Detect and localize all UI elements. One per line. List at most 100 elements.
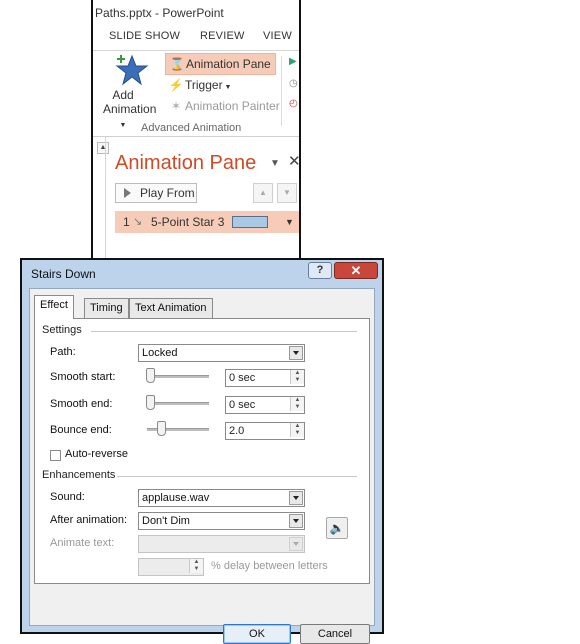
help-button[interactable]: ? — [308, 262, 332, 279]
spin-up-icon[interactable]: ▲ — [290, 370, 304, 377]
animation-painter-label: Animation Painter — [185, 99, 280, 113]
play-icon — [124, 188, 131, 198]
enhancements-heading: Enhancements — [42, 469, 116, 481]
tab-text-animation[interactable]: Text Animation — [129, 298, 213, 318]
spin-up-icon[interactable]: ▲ — [290, 423, 304, 430]
move-down-button[interactable]: ▼ — [277, 183, 297, 203]
tab-review[interactable]: REVIEW — [200, 30, 245, 42]
close-icon[interactable]: ✕ — [288, 152, 299, 170]
add-animation-icon[interactable] — [115, 52, 149, 89]
after-animation-value: Don't Dim — [142, 515, 190, 527]
animate-text-select — [138, 535, 305, 553]
bounce-end-slider-thumb[interactable] — [157, 421, 166, 436]
smooth-start-spinner[interactable]: 0 sec ▲ ▼ — [225, 369, 305, 387]
spin-down-icon[interactable]: ▼ — [290, 377, 304, 384]
chevron-down-icon: ▼ — [119, 122, 127, 129]
spin-up-icon: ▲ — [189, 559, 203, 566]
animation-painter-button[interactable]: ✶ Animation Painter — [165, 96, 280, 116]
smooth-start-slider-thumb[interactable] — [146, 368, 155, 383]
timeline-bar — [232, 216, 268, 228]
tab-timing[interactable]: Timing — [84, 298, 129, 318]
smooth-end-slider[interactable] — [147, 402, 209, 405]
ribbon-divider — [93, 50, 299, 51]
smooth-end-value: 0 sec — [229, 399, 256, 411]
chevron-down-icon — [289, 491, 303, 505]
settings-divider — [91, 331, 357, 332]
scroll-up-icon[interactable]: ▲ — [97, 142, 109, 154]
add-animation-label-1: Add — [112, 88, 134, 102]
ribbon-bottom-border — [93, 136, 299, 137]
play-from-label: Play From — [140, 186, 195, 200]
cancel-button[interactable]: Cancel — [300, 624, 370, 644]
animation-pane-button[interactable]: ⌛ Animation Pane — [165, 53, 276, 75]
path-select[interactable]: Locked — [138, 344, 305, 362]
clock-icon[interactable]: ◷ — [289, 78, 298, 89]
pane-title: Animation Pane — [115, 152, 257, 174]
path-value: Locked — [142, 347, 178, 359]
pane-options-icon[interactable]: ▼ — [270, 158, 280, 169]
chevron-down-icon — [289, 537, 303, 551]
spin-up-icon[interactable]: ▲ — [290, 397, 304, 404]
sound-label: Sound: — [50, 491, 85, 503]
after-animation-label: After animation: — [50, 514, 128, 526]
animate-text-label: Animate text: — [50, 537, 115, 549]
effect-tab-panel: Settings Path: Locked Smooth start: 0 se… — [34, 318, 370, 584]
move-up-button[interactable]: ▲ — [253, 183, 273, 203]
motion-path-icon: ↘ — [133, 216, 143, 228]
pane-divider — [105, 137, 106, 260]
smooth-end-spinner[interactable]: 0 sec ▲ ▼ — [225, 396, 305, 414]
smooth-start-slider[interactable] — [147, 375, 209, 378]
smooth-start-value: 0 sec — [229, 372, 256, 384]
powerpoint-window: Paths.pptx - PowerPoint SLIDE SHOW REVIE… — [91, 0, 301, 262]
add-animation-button[interactable]: Add Animation ▼ — [103, 88, 156, 133]
bounce-end-value: 2.0 — [229, 425, 245, 437]
dialog-close-button[interactable]: ✕ — [334, 262, 378, 279]
tab-slide-show[interactable]: SLIDE SHOW — [109, 30, 180, 42]
play-from-button[interactable]: Play From — [115, 183, 197, 203]
sound-value: applause.wav — [142, 492, 210, 504]
trigger-label: Trigger — [185, 78, 223, 92]
item-label: 5-Point Star 3 — [151, 215, 225, 229]
animation-painter-icon: ✶ — [170, 99, 182, 113]
play-icon[interactable]: ▶ — [289, 56, 297, 67]
tab-effect[interactable]: Effect — [34, 295, 74, 319]
trigger-button[interactable]: ⚡ Trigger ▼ — [165, 75, 232, 95]
spin-down-icon[interactable]: ▼ — [290, 430, 304, 437]
chevron-down-icon — [289, 346, 303, 360]
animation-pane-icon: ⌛ — [169, 57, 185, 71]
effect-options-dialog: Stairs Down ? ✕ Effect Timing Text Anima… — [20, 258, 384, 644]
group-separator — [281, 56, 282, 126]
window-title: Paths.pptx - PowerPoint — [95, 6, 224, 20]
spin-down-icon: ▼ — [189, 566, 203, 573]
chevron-down-icon: ▼ — [222, 84, 232, 91]
lightning-icon: ⚡ — [168, 78, 184, 92]
smooth-end-label: Smooth end: — [50, 398, 113, 410]
tab-view[interactable]: VIEW — [263, 30, 292, 42]
chevron-down-icon[interactable]: ▼ — [285, 217, 294, 227]
auto-reverse-checkbox[interactable] — [50, 450, 61, 461]
smooth-start-label: Smooth start: — [50, 371, 116, 383]
auto-reverse-label: Auto-reverse — [65, 448, 128, 460]
ok-button[interactable]: OK — [223, 624, 291, 644]
animation-pane-label: Animation Pane — [186, 57, 271, 71]
dialog-title: Stairs Down — [31, 267, 96, 281]
path-label: Path: — [50, 346, 76, 358]
dialog-body: Effect Timing Text Animation Settings Pa… — [29, 288, 375, 644]
after-animation-select[interactable]: Don't Dim — [138, 512, 305, 530]
animation-list-item[interactable]: 1 ↘ 5-Point Star 3 ▼ — [115, 211, 299, 233]
speaker-icon[interactable]: 🔈 — [326, 517, 348, 539]
letter-delay-label: % delay between letters — [211, 560, 328, 572]
bounce-end-label: Bounce end: — [50, 424, 112, 436]
bounce-end-spinner[interactable]: 2.0 ▲ ▼ — [225, 422, 305, 440]
smooth-end-slider-thumb[interactable] — [146, 395, 155, 410]
chevron-down-icon — [289, 514, 303, 528]
item-number: 1 — [123, 215, 130, 229]
letter-delay-spinner: ▲ ▼ — [138, 558, 204, 576]
timer-icon[interactable]: ◴ — [289, 98, 298, 109]
enhancements-divider — [117, 476, 357, 477]
spin-down-icon[interactable]: ▼ — [290, 404, 304, 411]
add-animation-label-2: Animation — [103, 102, 157, 116]
settings-heading: Settings — [42, 324, 82, 336]
group-label: Advanced Animation — [141, 122, 242, 134]
sound-select[interactable]: applause.wav — [138, 489, 305, 507]
